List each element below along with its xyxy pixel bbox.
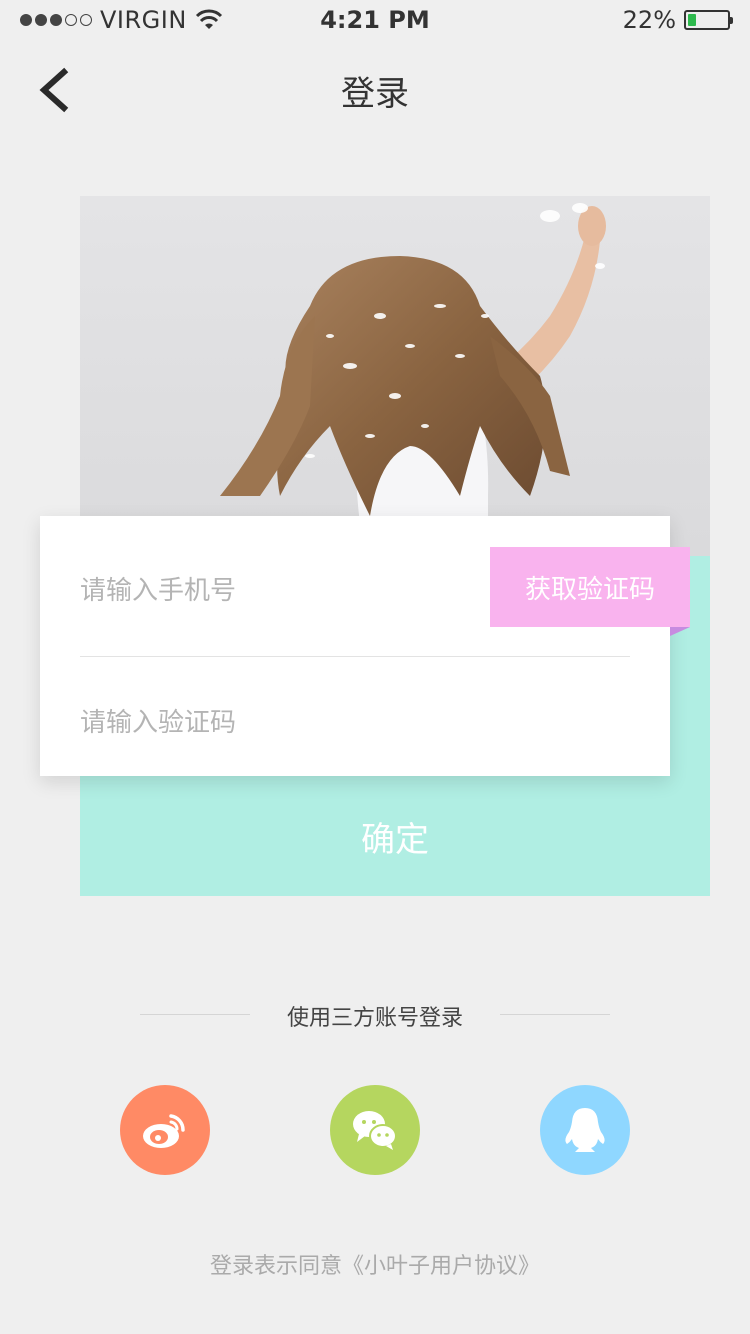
- weibo-login-button[interactable]: [120, 1085, 210, 1175]
- verification-code-input[interactable]: 请输入验证码: [80, 702, 236, 739]
- status-right: 22%: [622, 6, 733, 34]
- qq-login-button[interactable]: [540, 1085, 630, 1175]
- status-bar: VIRGIN 4:21 PM 22%: [0, 0, 750, 40]
- hero-photo: [80, 196, 710, 556]
- confirm-button[interactable]: 确定: [80, 776, 710, 896]
- phone-input[interactable]: 请输入手机号: [80, 570, 236, 607]
- battery-icon: [684, 10, 733, 30]
- weibo-icon: [143, 1114, 185, 1148]
- wechat-login-button[interactable]: [330, 1085, 420, 1175]
- divider-line: [500, 1014, 610, 1015]
- girl-with-feathers-photo: [220, 203, 606, 556]
- page-title: 登录: [341, 74, 409, 114]
- battery-percent: 22%: [622, 6, 676, 34]
- agreement-text[interactable]: 登录表示同意《小叶子用户协议》: [0, 1248, 750, 1280]
- ribbon-fold: [670, 627, 690, 636]
- third-party-title: 使用三方账号登录: [286, 1006, 463, 1031]
- field-divider: [80, 656, 630, 657]
- battery-fill: [688, 14, 697, 26]
- qq-icon: [565, 1108, 605, 1152]
- get-code-button[interactable]: 获取验证码: [490, 547, 690, 627]
- wechat-icon: [353, 1111, 397, 1150]
